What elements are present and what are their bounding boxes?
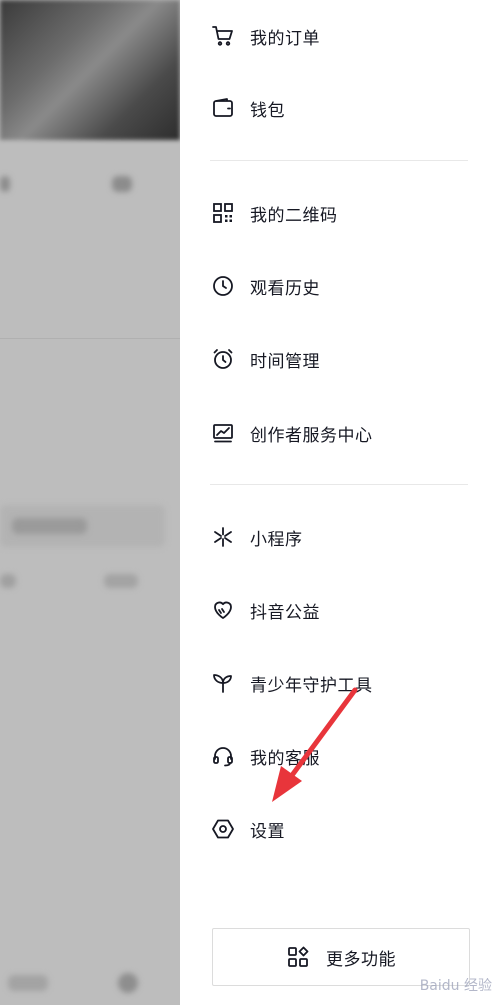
watermark: Baidu 经验 <box>419 978 492 994</box>
red-arrow <box>272 687 358 802</box>
